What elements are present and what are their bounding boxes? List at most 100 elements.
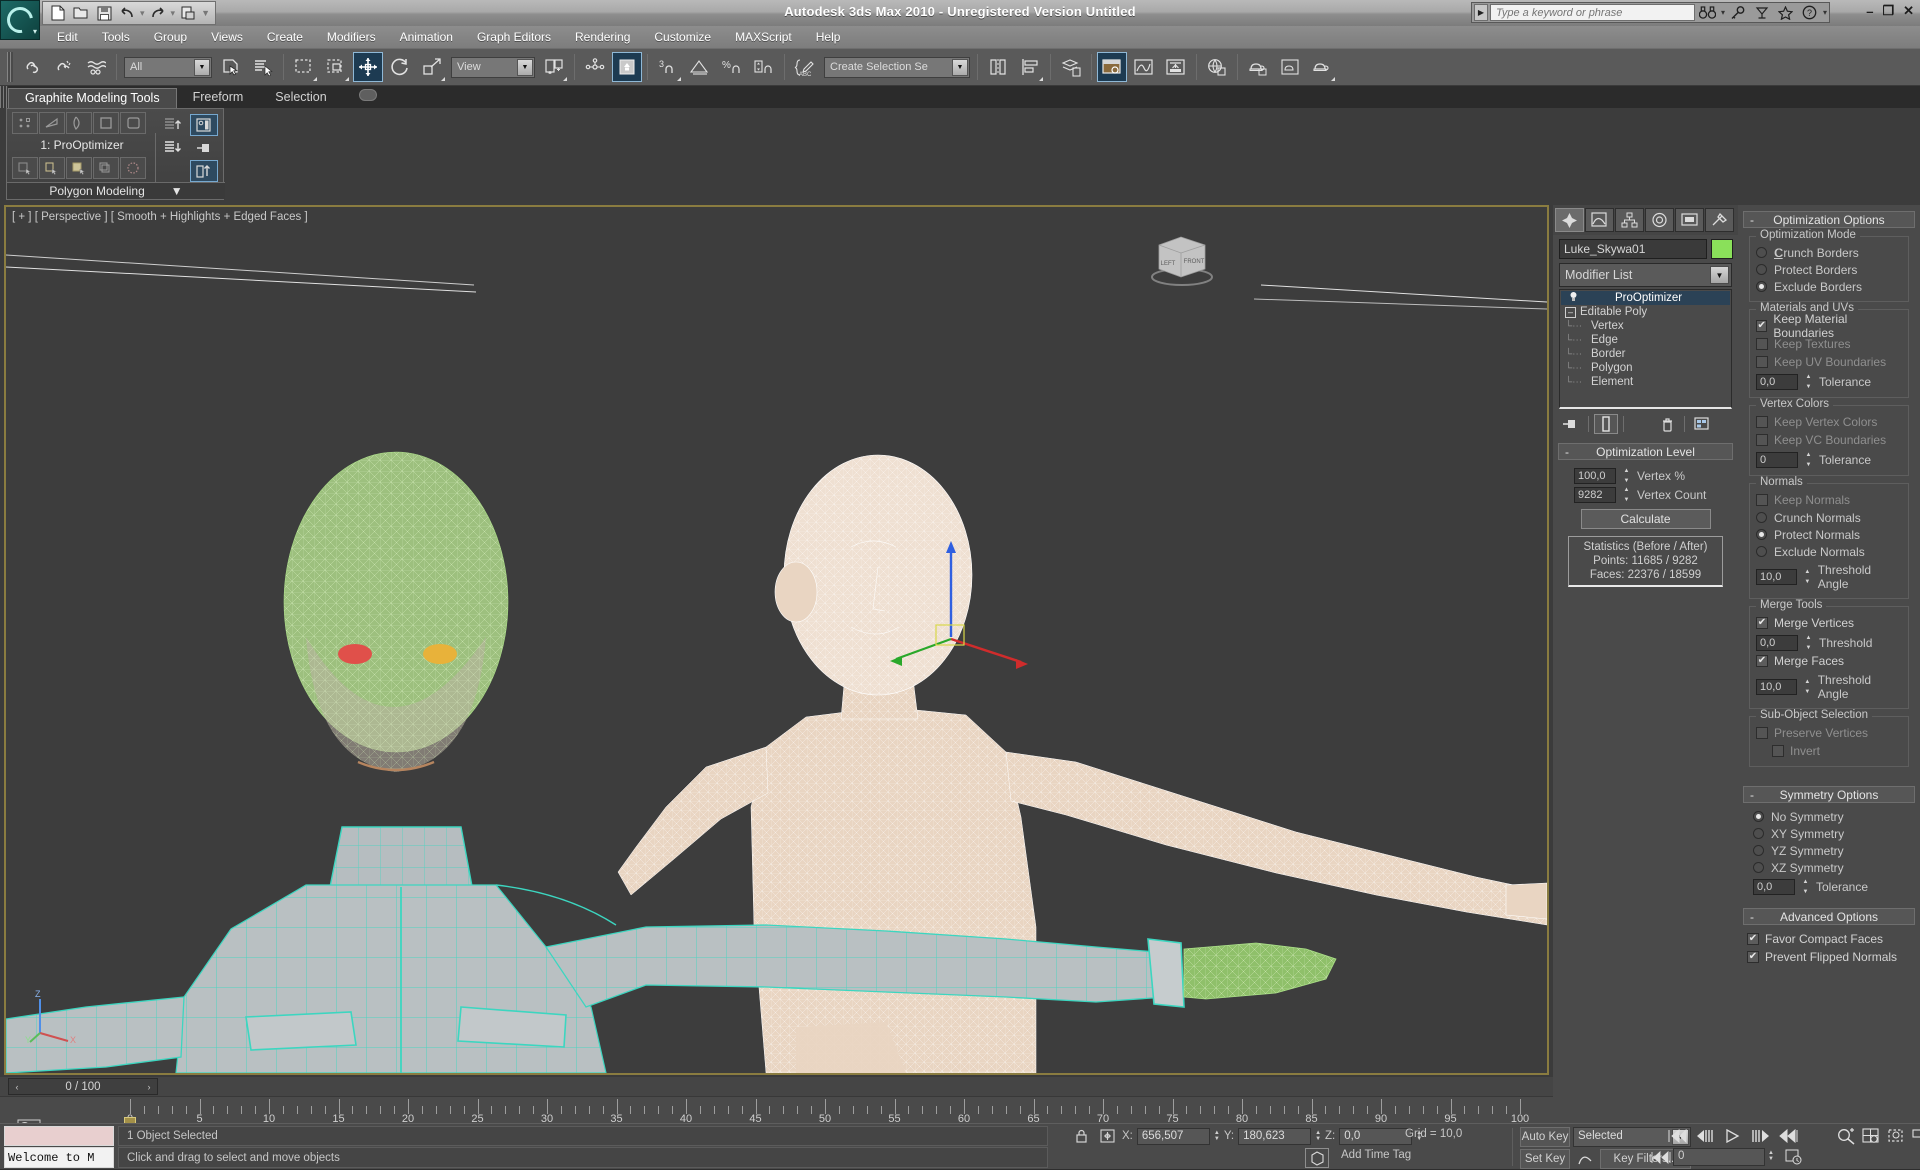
radio-xz-symmetry[interactable]: XZ Symmetry — [1753, 859, 1911, 876]
chevron-down-icon[interactable]: ▼ — [517, 58, 533, 76]
save-file-icon[interactable] — [94, 4, 114, 23]
vertex-colors-tolerance-value[interactable]: 0 — [1756, 452, 1798, 468]
new-file-icon[interactable] — [48, 4, 68, 23]
flyout-arrow-icon[interactable] — [1331, 77, 1335, 81]
zoom-icon[interactable] — [1835, 1126, 1858, 1146]
unlink-selection-icon[interactable] — [49, 52, 79, 82]
check-favor-compact-faces[interactable]: ✔ Favor Compact Faces — [1747, 930, 1911, 948]
menu-item-tools[interactable]: Tools — [90, 28, 142, 46]
spinner-arrows-icon[interactable]: ▲ ▼ — [1802, 679, 1813, 695]
spinner-arrows-icon[interactable]: ▲ ▼ — [1214, 1130, 1220, 1142]
calculate-button[interactable]: Calculate — [1580, 509, 1711, 529]
modify-tab[interactable] — [1585, 208, 1614, 232]
chevron-down-icon[interactable]: ▼ — [194, 58, 210, 76]
check-keep-uv-boundaries[interactable]: Keep UV Boundaries — [1756, 353, 1902, 371]
flyout-arrow-icon[interactable] — [1039, 77, 1043, 81]
materials-tolerance-spinner[interactable]: 0,0 ▲ ▼ Tolerance — [1756, 374, 1902, 390]
spinner-arrows-icon[interactable]: ▲ ▼ — [1315, 1130, 1321, 1142]
polygon-icon[interactable] — [93, 112, 119, 134]
search-dropdown-arrow[interactable]: ▾ — [1721, 8, 1725, 17]
menu-item-help[interactable]: Help — [804, 28, 853, 46]
menu-item-modifiers[interactable]: Modifiers — [315, 28, 388, 46]
collapse-toggle-icon[interactable]: – — [1565, 306, 1576, 318]
satellite-icon[interactable] — [1751, 3, 1773, 22]
radio-yz-symmetry[interactable]: YZ Symmetry — [1753, 842, 1911, 859]
spinner-arrows-icon[interactable]: ▲ ▼ — [1803, 635, 1814, 651]
go-to-start-icon[interactable] — [1665, 1126, 1688, 1146]
symmetry-tolerance-spinner[interactable]: 0,0 ▲ ▼ Tolerance — [1753, 879, 1911, 895]
select-and-move-icon[interactable] — [353, 52, 383, 82]
set-project-folder-icon[interactable] — [178, 4, 198, 23]
zoom-all-icon[interactable] — [1860, 1126, 1883, 1146]
spinner-snap-toggle-icon[interactable] — [749, 52, 779, 82]
object-color-swatch[interactable] — [1711, 239, 1733, 259]
spinner-arrows-icon[interactable]: ▲ ▼ — [1621, 487, 1632, 503]
spinner-arrows-icon[interactable]: ▲ ▼ — [1768, 1150, 1774, 1162]
previous-frame-icon[interactable] — [1693, 1126, 1716, 1146]
stack-item-edge[interactable]: └⋯ Edge — [1561, 333, 1730, 347]
zoom-extents-icon[interactable] — [1885, 1126, 1908, 1146]
search-input[interactable] — [1489, 4, 1695, 21]
menu-item-edit[interactable]: Edit — [45, 28, 90, 46]
check-keep-vc-boundaries[interactable]: Keep VC Boundaries — [1756, 431, 1902, 449]
spinner-arrows-icon[interactable]: ▲ ▼ — [1803, 374, 1814, 390]
repeat-last-icon[interactable] — [39, 157, 65, 179]
create-tab[interactable] — [1555, 208, 1584, 232]
radio-xy-symmetry[interactable]: XY Symmetry — [1753, 825, 1911, 842]
radio-exclude-borders[interactable]: Exclude Borders — [1756, 278, 1902, 295]
radio-protect-borders[interactable]: Protect Borders — [1756, 261, 1902, 278]
check-preserve-vertices[interactable]: Preserve Vertices — [1756, 724, 1902, 742]
rectangular-selection-region-icon[interactable] — [289, 52, 319, 82]
radio-crunch-normals[interactable]: Crunch Normals — [1756, 509, 1902, 526]
vertex-count-spinner[interactable]: 9282 ▲ ▼ Vertex Count — [1562, 487, 1729, 503]
remove-modifier-icon[interactable] — [1655, 414, 1679, 434]
menu-item-customize[interactable]: Customize — [642, 28, 723, 46]
hierarchy-tab[interactable] — [1615, 208, 1644, 232]
set-key-filters-toggle-icon[interactable] — [1573, 1149, 1597, 1169]
selection-filter-combo[interactable]: All ▼ — [124, 56, 212, 78]
modifier-list-dropdown[interactable]: Modifier List ▼ — [1559, 263, 1732, 287]
symmetry-options-header[interactable]: - Symmetry Options — [1743, 786, 1915, 803]
make-unique-icon[interactable] — [1629, 414, 1653, 434]
stack-item-element[interactable]: └⋯ Element — [1561, 375, 1730, 389]
menu-item-create[interactable]: Create — [255, 28, 315, 46]
chevron-down-icon[interactable]: ▼ — [171, 184, 183, 198]
edge-icon[interactable] — [39, 112, 65, 134]
toolbar-grip[interactable] — [7, 52, 13, 82]
customize-qat-icon[interactable]: ▼ — [201, 8, 210, 18]
chevron-down-icon[interactable]: ▼ — [952, 58, 968, 76]
make-unique-icon[interactable] — [159, 137, 187, 159]
track-bar-ruler[interactable]: 0510152025303540455055606570758085909510… — [0, 1096, 1553, 1143]
undo-icon[interactable] — [117, 4, 137, 23]
normals-threshold-angle-value[interactable]: 10,0 — [1756, 569, 1798, 585]
merge-threshold-angle-spinner[interactable]: 10,0 ▲ ▼ Threshold Angle — [1756, 673, 1902, 701]
x-coordinate-field[interactable]: 656,507 — [1136, 1127, 1210, 1145]
stack-item-border[interactable]: └⋯ Border — [1561, 347, 1730, 361]
material-editor-icon[interactable] — [1097, 52, 1127, 82]
slice-plane-icon[interactable] — [66, 157, 92, 179]
play-animation-icon[interactable] — [1721, 1126, 1744, 1146]
perspective-viewport[interactable]: [ + ] [ Perspective ] [ Smooth + Highlig… — [4, 205, 1549, 1075]
select-by-name-icon[interactable] — [248, 52, 278, 82]
check-invert[interactable]: Invert — [1756, 742, 1902, 760]
maxscript-mini-listener-input[interactable]: Welcome to M — [4, 1147, 114, 1168]
spinner-arrows-icon[interactable]: ▲ ▼ — [1802, 569, 1813, 585]
check-keep-vertex-colors[interactable]: Keep Vertex Colors — [1756, 413, 1902, 431]
redo-icon[interactable] — [148, 4, 168, 23]
flyout-arrow-icon[interactable] — [677, 77, 681, 81]
paint-connect-icon[interactable] — [120, 157, 146, 179]
render-production-icon[interactable] — [1275, 52, 1305, 82]
merge-threshold-spinner[interactable]: 0,0 ▲ ▼ Threshold — [1756, 635, 1902, 651]
restore-button[interactable]: ❐ — [1882, 3, 1894, 19]
go-to-end-icon[interactable] — [1777, 1126, 1800, 1146]
border-icon[interactable] — [66, 112, 92, 134]
tab-graphite-modeling-tools[interactable]: Graphite Modeling Tools — [8, 88, 177, 108]
element-icon[interactable] — [120, 112, 146, 134]
redo-dropdown-arrow[interactable]: ▾ — [171, 8, 176, 19]
question-icon[interactable]: ? — [1799, 3, 1821, 22]
ribbon-panel-footer[interactable]: Polygon Modeling ▼ — [7, 182, 225, 199]
vertex-colors-tolerance-spinner[interactable]: 0 ▲ ▼ Tolerance — [1756, 452, 1902, 468]
rendered-frame-window-icon[interactable] — [1243, 52, 1273, 82]
bind-to-space-warp-icon[interactable] — [81, 52, 111, 82]
next-frame-arrow[interactable]: › — [141, 1079, 157, 1094]
